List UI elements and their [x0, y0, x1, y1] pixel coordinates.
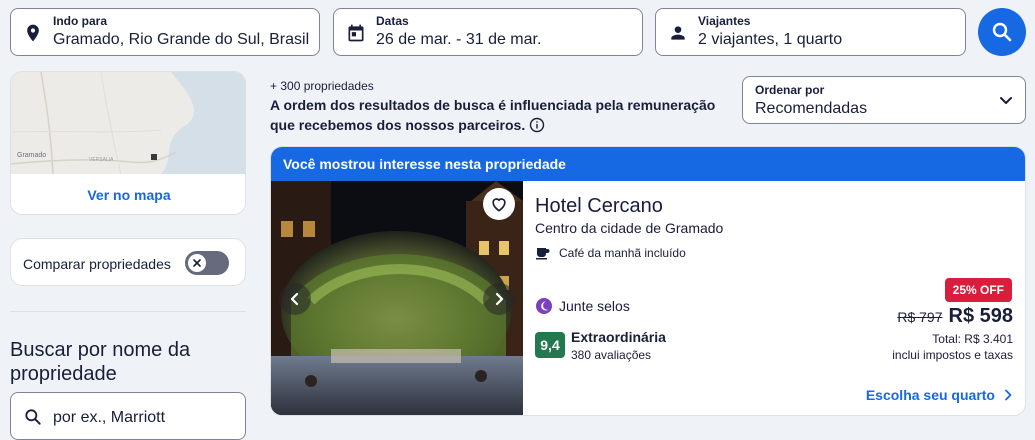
dates-label: Datas — [376, 14, 409, 28]
dates-value: 26 de mar. - 31 de mar. — [376, 31, 542, 48]
sidebar-divider — [10, 311, 246, 312]
toggle-knob — [188, 254, 206, 272]
interest-banner: Você mostrou interesse nesta propriedade — [271, 147, 1025, 181]
travelers-value: 2 viajantes, 1 quarto — [698, 31, 843, 48]
choose-room-label: Escolha seu quarto — [865, 387, 995, 403]
ranking-disclaimer-text: A ordem dos resultados de busca é influe… — [270, 97, 716, 133]
map-label-gramado: Gramado — [17, 152, 46, 159]
property-card[interactable]: Você mostrou interesse nesta propriedade — [270, 146, 1026, 416]
close-icon — [193, 259, 201, 267]
map-label-versalia: VERSALIA — [89, 157, 114, 163]
map-card[interactable]: Gramado VERSALIA Ver no mapa — [10, 71, 246, 215]
heart-icon — [492, 198, 506, 212]
search-icon — [992, 22, 1012, 42]
search-button[interactable] — [978, 8, 1026, 56]
compare-properties-label: Comparar propriedades — [23, 256, 171, 272]
person-icon — [671, 26, 685, 40]
guest-rating-label: Extraordinária — [571, 329, 666, 345]
guest-rating-badge: 9,4 — [535, 332, 565, 358]
map-thumbnail[interactable]: Gramado VERSALIA — [11, 72, 245, 175]
map-marker — [151, 154, 157, 160]
total-price: Total: R$ 3.401 — [932, 332, 1013, 346]
amenity-breakfast: Café da manhã incluído — [535, 245, 686, 261]
property-name-input[interactable]: por ex., Marriott — [10, 392, 246, 440]
current-price: R$ 598 — [948, 305, 1014, 327]
location-pin-icon — [27, 24, 39, 42]
destination-field[interactable]: Indo para Gramado, Rio Grande do Sul, Br… — [10, 8, 320, 56]
loyalty-stamps: Junte selos — [535, 297, 630, 315]
favorite-button[interactable] — [483, 188, 515, 220]
calendar-icon — [348, 24, 364, 42]
property-name-placeholder: por ex., Marriott — [53, 409, 166, 426]
travelers-field[interactable]: Viajantes 2 viajantes, 1 quarto — [655, 8, 966, 56]
review-count: 380 avaliações — [571, 348, 652, 362]
loyalty-label: Junte selos — [559, 298, 630, 314]
sort-label: Ordenar por — [755, 83, 825, 97]
compare-toggle[interactable] — [185, 251, 229, 275]
dates-field[interactable]: Datas 26 de mar. - 31 de mar. — [333, 8, 643, 56]
results-count: + 300 propriedades — [270, 79, 374, 93]
previous-photo-button[interactable] — [279, 283, 311, 315]
info-icon[interactable] — [529, 117, 545, 133]
chevron-left-icon — [290, 292, 299, 306]
travelers-label: Viajantes — [698, 14, 751, 28]
original-price: R$ 797 — [897, 309, 943, 325]
choose-room-link[interactable]: Escolha seu quarto — [866, 387, 1013, 403]
property-name[interactable]: Hotel Cercano — [535, 195, 663, 218]
name-search-title: Buscar por nome da propriedade — [10, 339, 191, 385]
discount-badge: 25% OFF — [944, 278, 1012, 302]
chevron-right-icon — [495, 292, 504, 306]
destination-value: Gramado, Rio Grande do Sul, Brasil — [53, 31, 310, 48]
property-neighborhood: Centro da cidade de Gramado — [535, 220, 724, 236]
search-icon — [25, 409, 41, 425]
next-photo-button[interactable] — [483, 283, 515, 315]
ranking-disclaimer: A ordem dos resultados de busca é influe… — [270, 95, 740, 135]
stamp-moon-icon — [536, 298, 552, 314]
price-row: R$ 797 R$ 598 — [897, 305, 1013, 328]
sort-select[interactable]: Ordenar por Recomendadas — [742, 76, 1026, 124]
coffee-cup-icon — [536, 248, 550, 260]
amenity-label: Café da manhã incluído — [559, 246, 686, 260]
view-map-link[interactable]: Ver no mapa — [11, 174, 245, 214]
chevron-down-icon — [1000, 97, 1012, 104]
compare-properties-card: Comparar propriedades — [10, 238, 246, 286]
taxes-note: inclui impostos e taxas — [892, 348, 1013, 362]
destination-label: Indo para — [53, 14, 108, 28]
chevron-right-icon — [1005, 389, 1012, 401]
sort-value: Recomendadas — [755, 100, 868, 117]
